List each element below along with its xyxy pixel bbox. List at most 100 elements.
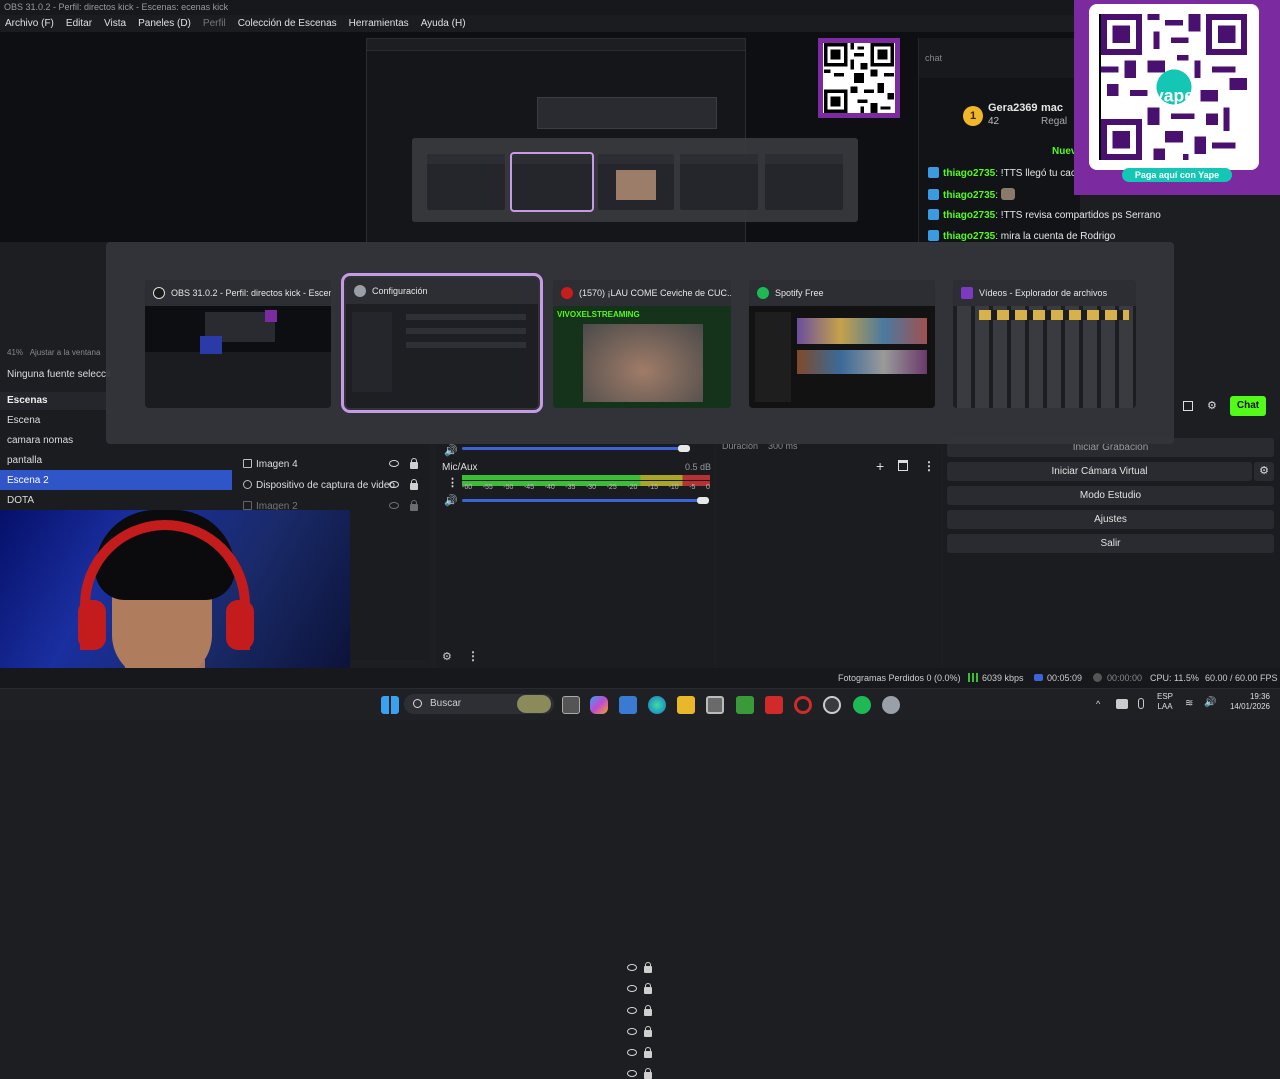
scene-item[interactable]: DOTA — [0, 490, 238, 510]
gear-icon — [354, 285, 366, 297]
opera-icon — [561, 287, 573, 299]
chat-button[interactable]: Chat — [1230, 396, 1266, 416]
volume-knob[interactable] — [697, 497, 709, 504]
visibility-eye-icon[interactable] — [627, 1028, 637, 1035]
lock-icon[interactable] — [410, 458, 418, 469]
visibility-eye-icon[interactable] — [627, 1070, 637, 1077]
switcher-window-spotify[interactable]: Spotify Free — [749, 280, 935, 408]
qr-code-small — [818, 38, 900, 118]
opera-icon[interactable] — [794, 696, 812, 714]
language-indicator[interactable]: ESP LAA — [1157, 692, 1173, 712]
bitrate: 6039 kbps — [982, 673, 1024, 683]
user-badge-icon — [928, 167, 939, 178]
volume-icon[interactable]: 🔊 — [1204, 697, 1216, 708]
exit-button[interactable]: Salir — [947, 534, 1274, 553]
studio-mode-button[interactable]: Modo Estudio — [947, 486, 1274, 505]
visibility-eye-icon[interactable] — [627, 964, 637, 971]
settings-icon[interactable] — [882, 696, 900, 714]
visibility-eye-icon[interactable] — [627, 985, 637, 992]
spotify-icon — [757, 287, 769, 299]
tray-app-icon[interactable] — [1116, 699, 1128, 709]
start-virtual-camera-button[interactable]: Iniciar Cámara Virtual — [947, 462, 1252, 481]
task-view-icon[interactable] — [562, 696, 580, 714]
stream-tag: VIVOXELSTREAMING — [557, 310, 640, 319]
chat-header: chat — [919, 38, 1080, 78]
windows-start-icon[interactable] — [381, 696, 399, 714]
mic-volume-slider[interactable] — [462, 499, 704, 502]
visibility-eye-icon[interactable] — [627, 1007, 637, 1014]
kebab-menu-icon[interactable]: ⋮ — [467, 649, 479, 663]
menu-perfil[interactable]: Perfil — [203, 15, 226, 32]
lock-icon[interactable] — [644, 962, 652, 973]
gifter-second-name: mac — [1041, 102, 1064, 114]
source-item[interactable]: Imagen 4 — [243, 454, 426, 474]
nested-window-thumb — [680, 154, 758, 210]
trash-icon[interactable] — [898, 460, 908, 471]
minecraft-icon[interactable] — [736, 696, 754, 714]
chat-message: thiago2735: !TTS revisa compartidos ps S… — [928, 209, 1178, 221]
switcher-window-configuracion[interactable]: Configuración — [341, 273, 543, 413]
menu-herramientas[interactable]: Herramientas — [349, 15, 409, 32]
volume-icon[interactable]: 🔊 — [444, 444, 458, 457]
switcher-window-obs[interactable]: OBS 31.0.2 - Perfil: directos kick - Esc… — [145, 280, 331, 408]
volume-icon[interactable]: 🔊 — [444, 494, 458, 507]
rank-badge: 1 — [963, 106, 983, 126]
menu-vista[interactable]: Vista — [104, 15, 126, 32]
gear-icon[interactable]: ⚙ — [1254, 462, 1274, 481]
lock-icon[interactable] — [644, 1026, 652, 1037]
lock-icon[interactable] — [410, 500, 418, 511]
microphone-icon[interactable] — [1138, 698, 1144, 709]
add-icon[interactable]: + — [876, 458, 884, 474]
lock-icon[interactable] — [644, 1047, 652, 1058]
lock-icon[interactable] — [644, 1068, 652, 1079]
gear-icon[interactable]: ⚙ — [1207, 399, 1217, 412]
kebab-menu-icon[interactable]: ⋮ — [447, 476, 458, 489]
user-badge-icon — [928, 209, 939, 220]
menu-archivo[interactable]: Archivo (F) — [5, 15, 54, 32]
gear-icon[interactable]: ⚙ — [442, 650, 452, 663]
switcher-window-explorer[interactable]: Vídeos - Explorador de archivos — [953, 280, 1136, 408]
folder-icon — [961, 287, 973, 299]
chevron-up-icon[interactable]: ^ — [1096, 699, 1100, 709]
dropped-frames: Fotogramas Perdidos 0 (0.0%) — [838, 673, 961, 683]
wps-icon[interactable] — [765, 696, 783, 714]
taskbar: ^ ESP LAA ≋ 🔊 19:36 14/01/2026 — [0, 688, 1280, 720]
app-icon[interactable] — [706, 696, 724, 714]
menu-editar[interactable]: Editar — [66, 15, 92, 32]
desktop-volume-slider[interactable] — [462, 447, 684, 450]
obs-icon[interactable] — [823, 696, 841, 714]
wifi-icon[interactable]: ≋ — [1185, 698, 1193, 709]
scene-item-selected[interactable]: Escena 2 — [0, 470, 232, 490]
file-explorer-icon[interactable] — [677, 696, 695, 714]
copilot-icon[interactable] — [590, 696, 608, 714]
menu-paneles[interactable]: Paneles (D) — [138, 15, 191, 32]
kebab-menu-icon[interactable]: ⋮ — [923, 459, 935, 473]
mixer-db-value: 0.5 dB — [685, 462, 712, 472]
visibility-eye-hidden-icon[interactable] — [389, 502, 399, 509]
audio-meter-top — [462, 475, 710, 480]
lock-icon[interactable] — [644, 983, 652, 994]
visibility-eye-icon[interactable] — [389, 481, 399, 488]
clock[interactable]: 19:36 14/01/2026 — [1226, 692, 1270, 712]
new-messages-label: Nuev — [1052, 146, 1077, 157]
visibility-eye-icon[interactable] — [627, 1049, 637, 1056]
visibility-eye-icon[interactable] — [389, 460, 399, 467]
menu-ayuda[interactable]: Ayuda (H) — [421, 15, 466, 32]
source-item[interactable]: Dispositivo de captura de video — [243, 475, 426, 495]
user-badge-icon — [928, 230, 939, 241]
scene-item[interactable]: pantalla — [0, 450, 238, 470]
spotify-icon[interactable] — [853, 696, 871, 714]
store-icon[interactable] — [619, 696, 637, 714]
menu-coleccion-escenas[interactable]: Colección de Escenas — [238, 15, 337, 32]
switcher-window-browser[interactable]: (1570) ¡LAU COME Ceviche de CUC... VIVOX… — [553, 280, 731, 408]
lock-icon[interactable] — [410, 479, 418, 490]
settings-button[interactable]: Ajustes — [947, 510, 1274, 529]
lock-icon[interactable] — [644, 1005, 652, 1016]
meter-ticks: -60 -55 -50 -45 -40 -35 -30 -25 -20 -15 -10 -5 0 — [462, 484, 710, 491]
edge-icon[interactable] — [648, 696, 666, 714]
yape-logo: yape — [1154, 86, 1194, 106]
popout-icon[interactable] — [1183, 401, 1193, 411]
fps: 60.00 / 60.00 FPS — [1205, 673, 1278, 683]
volume-knob[interactable] — [678, 445, 690, 452]
window-title: OBS 31.0.2 - Perfil: directos kick - Esc… — [0, 0, 1080, 15]
